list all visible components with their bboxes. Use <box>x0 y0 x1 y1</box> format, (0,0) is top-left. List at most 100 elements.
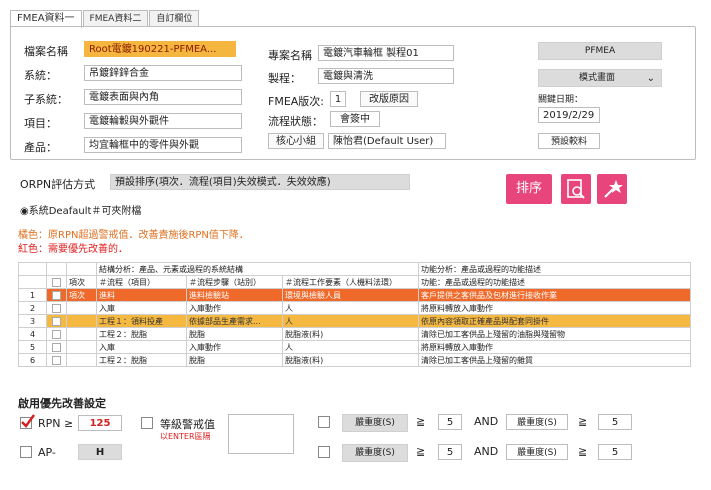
priority-settings-title: 啟用優先改善設定 <box>18 397 106 410</box>
cell-function: 將原料轉放入庫動作 <box>418 301 692 315</box>
col-header-step: ＃流程步驟（站別） <box>186 275 283 289</box>
sort-button[interactable]: 排序 <box>506 174 552 204</box>
file-name-field[interactable]: Root電鍍190221-PFMEA... <box>84 41 236 57</box>
owner-field[interactable]: 陳怡君(Default User) <box>328 133 446 149</box>
rule2-v2-field[interactable]: 5 <box>598 444 632 460</box>
tab-custom-fields[interactable]: 自訂欄位 <box>149 10 200 27</box>
closing-date-field[interactable]: 2019/2/29 <box>538 107 600 123</box>
ap-label: AP- <box>38 446 56 459</box>
tab-fmea-data-2[interactable]: FMEA資料二 <box>82 10 149 27</box>
process-status-field[interactable]: 會簽中 <box>330 111 380 127</box>
function-group-header: 功能分析：產品或過程的功能描述 <box>418 262 692 276</box>
warning-level-label: 等級警戒值 <box>160 418 215 431</box>
rule2-and-label: AND <box>474 445 499 458</box>
fmea-version-field[interactable]: 1 <box>330 91 346 107</box>
cell-step: 入庫動作 <box>186 340 283 354</box>
cell-process: 工程２：脫脂 <box>96 327 187 341</box>
row-number: 3 <box>18 314 47 328</box>
cell-function: 清除已加工客供品上殘留的油脂與殘留物 <box>418 327 692 341</box>
preset-button[interactable]: 預設較料 <box>538 133 600 149</box>
row-checkbox[interactable] <box>52 342 61 352</box>
rule1-v2-field[interactable]: 5 <box>598 414 632 430</box>
closing-date-label: 關鍵日期： <box>538 95 584 105</box>
table-row[interactable]: 3 工程１：領料投產 依據部品生產需求... 人 依原內容領取正確產品與配套同掛… <box>18 314 692 328</box>
cell-step: 脫脂 <box>186 327 283 341</box>
cell-element: 環境與檢驗人員 <box>281 288 420 302</box>
row-checkbox[interactable] <box>52 316 61 326</box>
pfmea-button[interactable]: PFMEA <box>538 42 662 60</box>
table-row[interactable]: 1 項次 進料 進料檢驗站 環境與檢驗人員 客戶提供之客供品及包材進行接收作業 <box>18 288 692 302</box>
cell-element: 脫脂液(料) <box>281 327 420 341</box>
tab-bar: FMEA資料一 FMEA資料二 自訂欄位 <box>10 10 200 28</box>
subsystem-field[interactable]: 電鍍表面與內角 <box>84 89 242 105</box>
rule2-v1-field[interactable]: 5 <box>438 444 462 460</box>
warning-level-textarea[interactable] <box>228 414 294 454</box>
warning-level-checkbox[interactable] <box>141 417 153 429</box>
cell-no <box>66 340 97 354</box>
row-number: 1 <box>18 288 47 302</box>
fmea-version-label: FMEA版次: <box>268 95 324 108</box>
fmea-structure-table: 結構分析：產品、元素或過程的系統結構 功能分析：產品或過程的功能描述 項次 ＃流… <box>18 262 692 367</box>
select-all-checkbox[interactable] <box>52 277 61 287</box>
table-column-header: 項次 ＃流程（項目） ＃流程步驟（站別） ＃流程工作要素（人機料法環） 功能：產… <box>18 275 692 289</box>
cell-function: 清除已加工客供品上殘留的雜質 <box>418 353 692 367</box>
item-label: 項目： <box>24 117 57 130</box>
system-field[interactable]: 吊鍍鋅鋅合金 <box>84 65 242 81</box>
rpn-method-label: ORPN評估方式 <box>20 178 96 191</box>
cell-function: 客戶提供之客供品及包材進行接收作業 <box>418 288 692 302</box>
orange-legend-note: 橘色：原RPN超過警戒值．改善責施後RPN值下降． <box>18 230 249 241</box>
table-row[interactable]: 5 入庫 入庫動作 人 將原料轉放入庫動作 <box>18 340 692 354</box>
ap-checkbox[interactable] <box>20 446 32 458</box>
process-field[interactable]: 電鍍與清洗 <box>318 68 454 84</box>
row-checkbox[interactable] <box>52 329 61 339</box>
rule2-b-select[interactable]: 嚴重度(S) <box>506 444 568 460</box>
subsystem-label: 子系統： <box>24 93 68 106</box>
row-checkbox[interactable] <box>52 290 61 300</box>
search-icon <box>567 179 585 199</box>
process-status-label: 流程狀態： <box>268 115 323 128</box>
structure-group-header: 結構分析：產品、元素或過程的系統結構 <box>95 262 420 276</box>
rule1-v1-field[interactable]: 5 <box>438 414 462 430</box>
col-header-process: ＃流程（項目） <box>96 275 187 289</box>
magic-wand-button[interactable] <box>597 174 627 204</box>
search-button[interactable] <box>561 174 591 204</box>
rule1-checkbox[interactable] <box>318 416 330 428</box>
cell-process: 入庫 <box>96 340 187 354</box>
rule2-a-select[interactable]: 嚴重度(S) <box>342 444 408 462</box>
rule2-checkbox[interactable] <box>318 446 330 458</box>
rpn-checkbox[interactable] <box>20 414 35 429</box>
cell-function: 將原料轉放入庫動作 <box>418 340 692 354</box>
product-label: 產品： <box>24 141 57 154</box>
row-number: 4 <box>18 327 47 341</box>
cell-process: 入庫 <box>96 301 187 315</box>
project-name-field[interactable]: 電鍍汽車輪框 製程01 <box>318 45 454 61</box>
row-number: 6 <box>18 353 47 367</box>
mode-select[interactable]: 模式畫面 ⌄ <box>538 69 662 87</box>
cell-no <box>66 314 97 328</box>
cell-element: 人 <box>281 314 420 328</box>
system-default-radio[interactable]: ◉系統Deafault＃可夾附檔 <box>20 202 141 217</box>
table-row[interactable]: 6 工程２：脫脂 脫脂 脫脂液(料) 清除已加工客供品上殘留的雜質 <box>18 353 692 367</box>
row-checkbox[interactable] <box>52 355 61 365</box>
mode-select-value: 模式畫面 <box>579 73 616 83</box>
cell-element: 人 <box>281 340 420 354</box>
item-field[interactable]: 電鍍輪轂與外觀件 <box>84 113 242 129</box>
ap-level-field[interactable]: H <box>78 444 122 460</box>
row-checkbox[interactable] <box>52 303 61 313</box>
rule1-and-label: AND <box>474 415 499 428</box>
rpn-threshold-field[interactable]: 125 <box>78 415 122 431</box>
enter-hint: 以ENTER區隔 <box>160 432 211 441</box>
product-field[interactable]: 均宜輪框中的零件與外觀 <box>84 137 242 153</box>
rule1-b-select[interactable]: 嚴重度(S) <box>506 414 568 430</box>
cell-no <box>66 353 97 367</box>
file-name-label: 檔案名稱 <box>24 45 68 58</box>
checkmark-icon <box>21 414 35 428</box>
table-row[interactable]: 2 入庫 入庫動作 人 將原料轉放入庫動作 <box>18 301 692 315</box>
table-row[interactable]: 4 工程２：脫脂 脫脂 脫脂液(料) 清除已加工客供品上殘留的油脂與殘留物 <box>18 327 692 341</box>
red-legend-note: 紅色：需要優先改善的． <box>18 244 128 255</box>
rpn-method-select[interactable]: 預設排序(項次．流程(項目)失效模式．失效效應) <box>110 174 410 190</box>
core-team-button[interactable]: 核心小組 <box>268 133 324 149</box>
revision-reason-button[interactable]: 改版原因 <box>360 91 418 107</box>
cell-element: 人 <box>281 301 420 315</box>
rule1-a-select[interactable]: 嚴重度(S) <box>342 414 408 432</box>
